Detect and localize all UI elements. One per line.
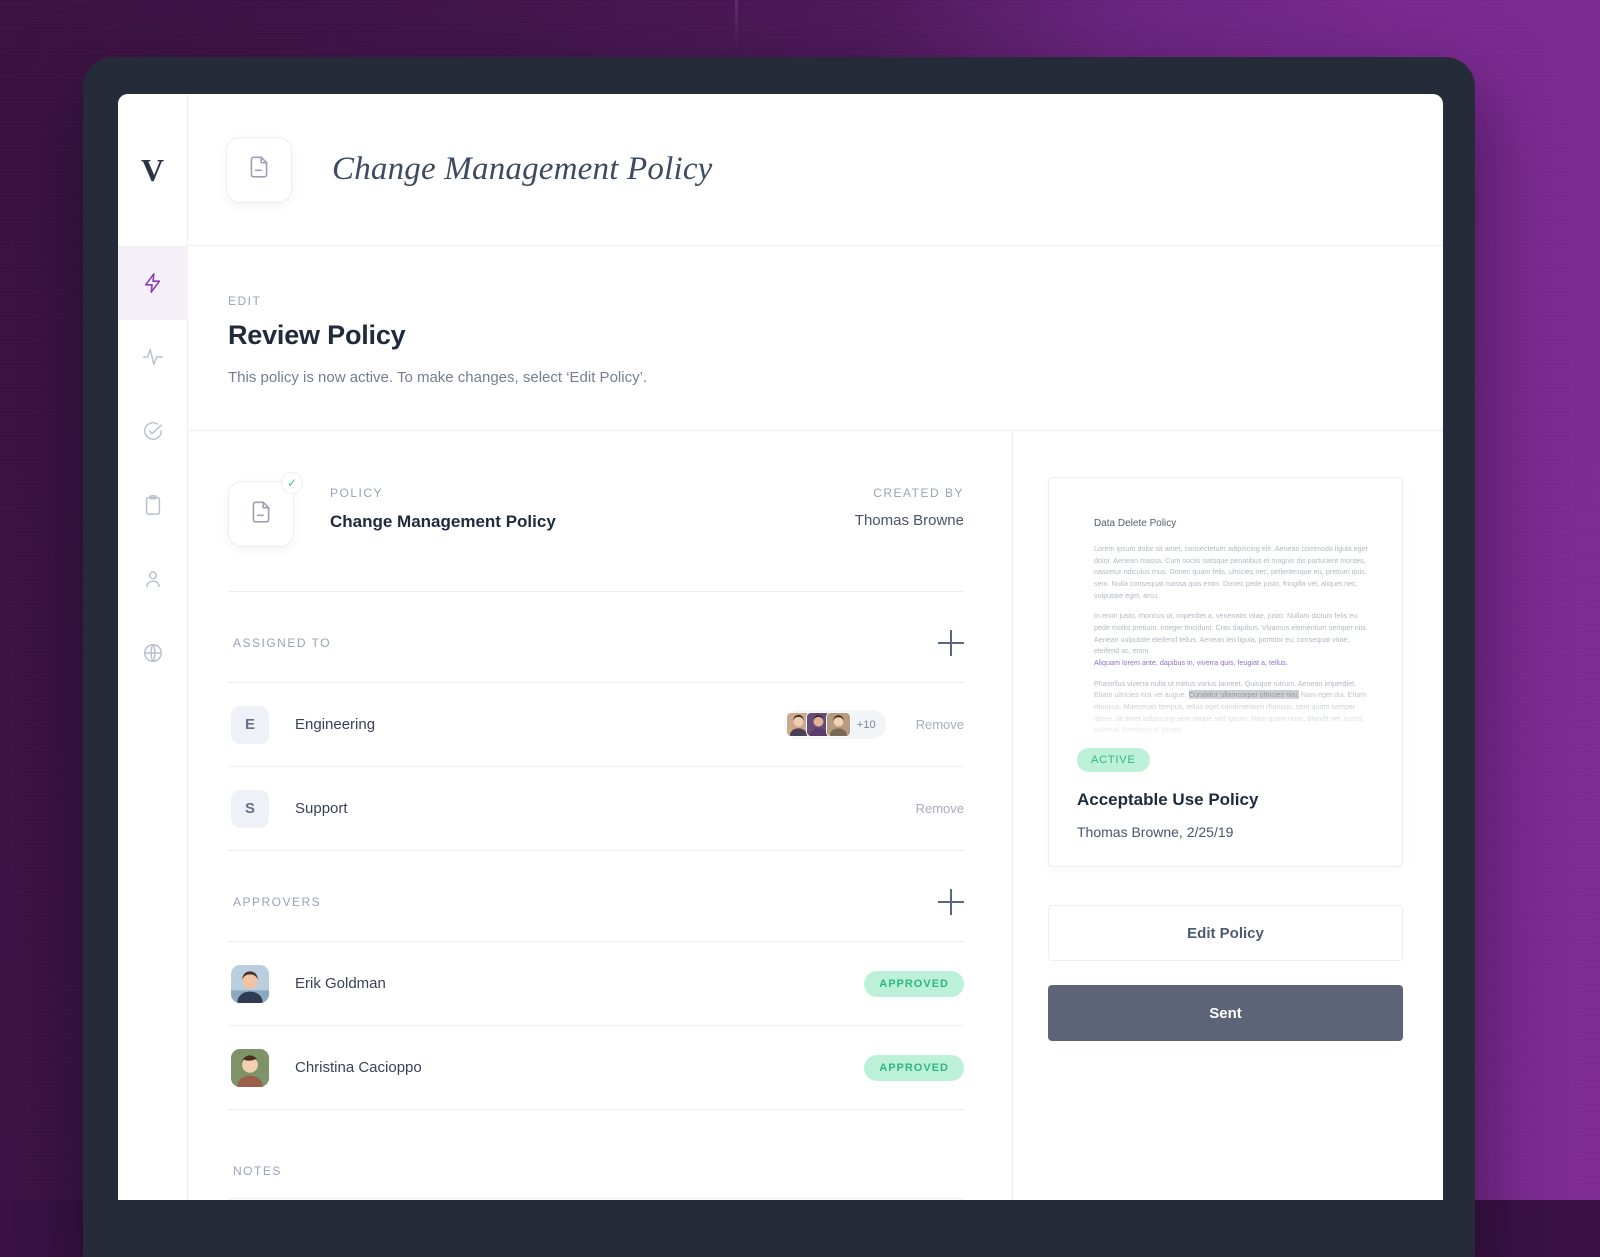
policy-name: Change Management Policy bbox=[330, 512, 556, 532]
activity-pulse-icon bbox=[142, 346, 164, 368]
assigned-to-title: ASSIGNED TO bbox=[233, 636, 331, 650]
sidebar: V bbox=[118, 94, 188, 1200]
check-badge-icon: ✓ bbox=[281, 472, 303, 494]
created-by-block: CREATED BY Thomas Browne bbox=[855, 486, 964, 532]
sidebar-item-policies[interactable] bbox=[118, 468, 188, 542]
assigned-to-header: ASSIGNED TO bbox=[228, 592, 964, 682]
created-by-label: CREATED BY bbox=[855, 486, 964, 500]
team-name: Support bbox=[295, 800, 886, 817]
sidebar-item-tasks[interactable] bbox=[118, 394, 188, 468]
preview-policy-name: Acceptable Use Policy bbox=[1077, 790, 1402, 810]
page-header: EDIT Review Policy This policy is now ac… bbox=[188, 246, 1443, 431]
add-approver-button[interactable] bbox=[938, 889, 964, 915]
check-circle-icon bbox=[142, 420, 164, 442]
content-split: ✓ POLICY Change Management Policy CREATE… bbox=[188, 431, 1443, 1200]
approvers-title: APPROVERS bbox=[233, 895, 321, 909]
sidebar-item-activity-bolt[interactable] bbox=[118, 246, 188, 320]
avatar bbox=[231, 1049, 269, 1087]
policy-name-block: POLICY Change Management Policy bbox=[330, 486, 556, 532]
top-bar: Change Management Policy bbox=[188, 94, 1443, 246]
preview-paragraph-text: Phasellus viverra nulla ut metus varius … bbox=[1094, 679, 1366, 735]
lightning-bolt-icon bbox=[142, 272, 164, 294]
document-icon bbox=[246, 154, 272, 185]
policy-summary: ✓ POLICY Change Management Policy CREATE… bbox=[228, 481, 964, 547]
avatar-overflow-count: +10 bbox=[857, 719, 876, 731]
backdrop-seam bbox=[735, 0, 738, 52]
approver-name: Erik Goldman bbox=[295, 975, 864, 992]
team-initial-badge: E bbox=[231, 706, 269, 744]
status-badge: APPROVED bbox=[864, 1055, 964, 1081]
sent-button[interactable]: Sent bbox=[1048, 985, 1403, 1041]
sidebar-item-people[interactable] bbox=[118, 542, 188, 616]
avatar bbox=[231, 965, 269, 1003]
edit-policy-button[interactable]: Edit Policy bbox=[1048, 905, 1403, 961]
page-description: This policy is now active. To make chang… bbox=[228, 369, 1443, 386]
policy-icon-wrap: ✓ bbox=[228, 481, 294, 547]
globe-icon bbox=[142, 642, 164, 664]
preview-paragraph-text: In enim justo, rhoncus ut, imperdiet a, … bbox=[1094, 611, 1368, 655]
remove-link[interactable]: Remove bbox=[916, 717, 964, 732]
status-badge: ACTIVE bbox=[1077, 748, 1150, 772]
preview-byline: Thomas Browne, 2/25/19 bbox=[1077, 824, 1402, 840]
left-pane: ✓ POLICY Change Management Policy CREATE… bbox=[188, 431, 1013, 1200]
sidebar-item-pulse[interactable] bbox=[118, 320, 188, 394]
preview-paragraph: Lorem ipsum dolor sit amet, consectetuer… bbox=[1094, 543, 1374, 601]
user-icon bbox=[142, 568, 164, 590]
clipboard-icon bbox=[142, 494, 164, 516]
policy-preview-card[interactable]: Data Delete Policy Lorem ipsum dolor sit… bbox=[1048, 477, 1403, 867]
document-chip[interactable] bbox=[226, 137, 292, 203]
app-logo[interactable]: V bbox=[118, 94, 187, 246]
team-name: Engineering bbox=[295, 716, 784, 733]
table-row[interactable]: Erik Goldman APPROVED bbox=[228, 941, 964, 1025]
policy-meta: POLICY Change Management Policy CREATED … bbox=[294, 481, 964, 532]
created-by-value: Thomas Browne bbox=[855, 512, 964, 529]
remove-link[interactable]: Remove bbox=[916, 801, 964, 816]
table-row[interactable]: S Support Remove bbox=[228, 766, 964, 850]
page-title: Change Management Policy bbox=[332, 151, 713, 188]
app-window: V bbox=[118, 94, 1443, 1200]
document-preview: Data Delete Policy Lorem ipsum dolor sit… bbox=[1049, 518, 1402, 750]
status-badge: APPROVED bbox=[864, 971, 964, 997]
sidebar-item-global[interactable] bbox=[118, 616, 188, 690]
notes-header: NOTES bbox=[228, 1110, 964, 1198]
preview-link-text: Aliquam lorem ante, dapibus in, viverra … bbox=[1094, 658, 1288, 667]
add-assignee-button[interactable] bbox=[938, 630, 964, 656]
preview-doc-title: Data Delete Policy bbox=[1094, 518, 1374, 529]
page-heading: Review Policy bbox=[228, 320, 1443, 351]
right-pane: Data Delete Policy Lorem ipsum dolor sit… bbox=[1013, 431, 1443, 1200]
policy-label: POLICY bbox=[330, 486, 556, 500]
page-eyebrow: EDIT bbox=[228, 294, 1443, 308]
preview-paragraph-2: In enim justo, rhoncus ut, imperdiet a, … bbox=[1094, 610, 1374, 668]
avatar bbox=[826, 712, 851, 737]
preview-paragraph-3: Phasellus viverra nulla ut metus varius … bbox=[1094, 678, 1374, 736]
notes-title: NOTES bbox=[233, 1164, 964, 1178]
table-row[interactable]: Christina Cacioppo APPROVED bbox=[228, 1025, 964, 1109]
main-column: Change Management Policy EDIT Review Pol… bbox=[188, 94, 1443, 1200]
preview-highlighted-text: Curabitur ullamcorper ultricies nisi. bbox=[1189, 690, 1299, 699]
approvers-header: APPROVERS bbox=[228, 851, 964, 941]
team-initial-badge: S bbox=[231, 790, 269, 828]
approver-name: Christina Cacioppo bbox=[295, 1059, 864, 1076]
table-row[interactable]: E Engineering +10 Remov bbox=[228, 682, 964, 766]
document-icon bbox=[248, 499, 274, 530]
avatar-stack[interactable]: +10 bbox=[784, 710, 886, 739]
